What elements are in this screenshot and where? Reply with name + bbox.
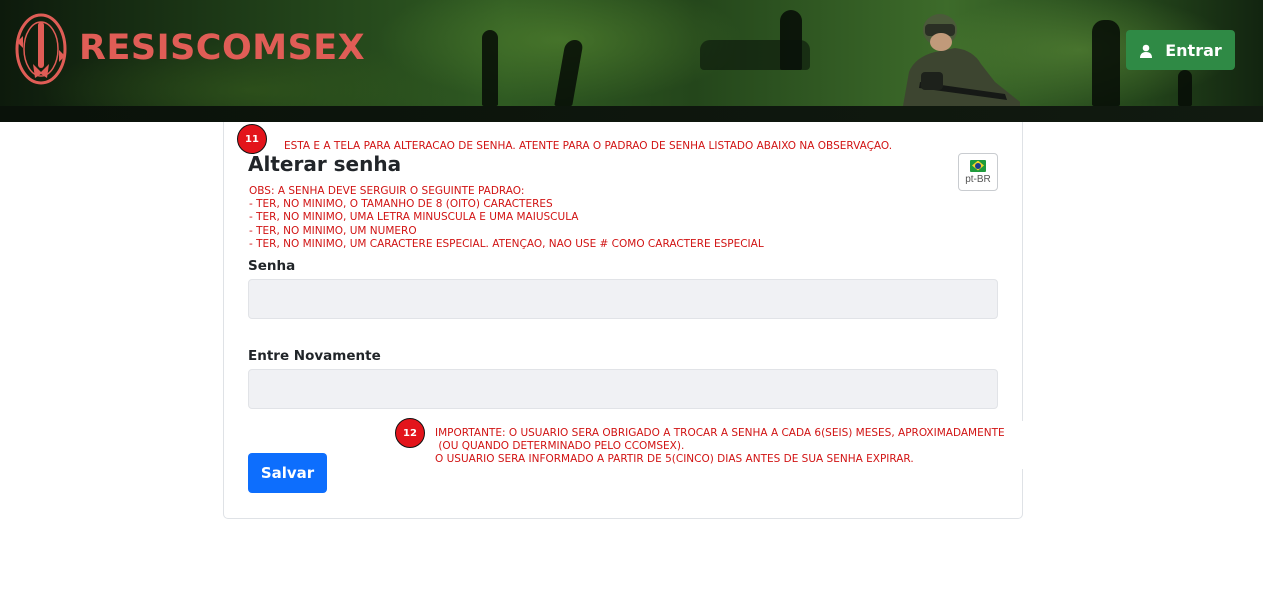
top-banner: RESISCOMSEX Entrar xyxy=(0,0,1263,122)
page-title: Alterar senha xyxy=(248,152,402,176)
login-button-label: Entrar xyxy=(1165,40,1222,60)
password-label: Senha xyxy=(248,258,296,274)
annotation-note-bottom: IMPORTANTE: O USUARIO SERA OBRIGADO A TR… xyxy=(428,421,1040,469)
banner-silhouette-soldier-2 xyxy=(554,40,584,106)
brazil-flag-icon xyxy=(970,159,986,172)
banner-silhouette-soldier-1 xyxy=(482,30,498,106)
banner-silhouette-soldier-4 xyxy=(1092,20,1120,106)
password-input[interactable] xyxy=(248,279,998,319)
user-icon xyxy=(1139,43,1153,58)
save-button[interactable]: Salvar xyxy=(248,453,327,493)
password-rules-text: OBS: A SENHA DEVE SERGUIR O SEGUINTE PAD… xyxy=(249,185,764,250)
annotation-badge-top: 11 xyxy=(237,124,267,154)
banner-silhouette-soldier-5 xyxy=(1178,70,1192,106)
language-label: pt-BR xyxy=(965,173,991,185)
soldier-photo xyxy=(903,14,1020,106)
login-button[interactable]: Entrar xyxy=(1126,30,1235,70)
annotation-badge-bottom: 12 xyxy=(395,418,425,448)
confirm-password-input[interactable] xyxy=(248,369,998,409)
language-selector[interactable]: pt-BR xyxy=(958,153,998,191)
annotation-note-top: ESTA E A TELA PARA ALTERACAO DE SENHA. A… xyxy=(278,138,943,155)
brand-name: RESISCOMSEX xyxy=(79,28,366,68)
resiscomsex-logo xyxy=(15,13,67,85)
banner-bottom-strip xyxy=(0,106,1263,122)
banner-silhouette-tank xyxy=(700,40,810,70)
confirm-password-label: Entre Novamente xyxy=(248,348,381,364)
